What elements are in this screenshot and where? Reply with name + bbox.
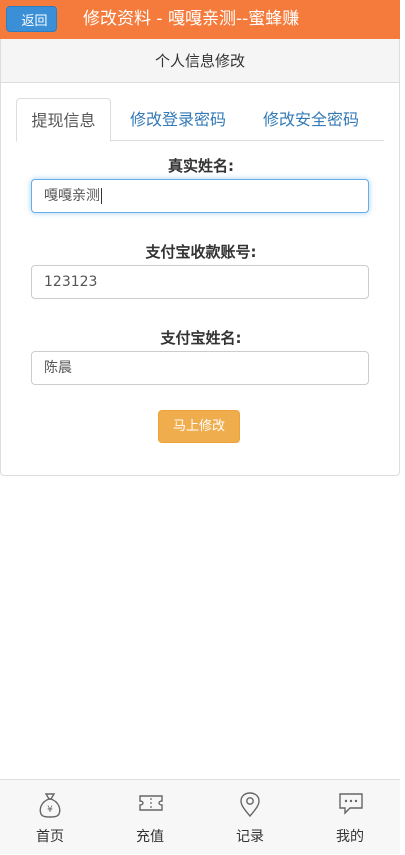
panel-heading: 个人信息修改 <box>1 39 399 83</box>
tab-withdraw-info[interactable]: 提现信息 <box>16 98 111 142</box>
alipay-account-label: 支付宝收款账号: <box>145 243 257 261</box>
real-name-label: 真实姓名: <box>168 157 234 175</box>
top-bar: 返回 修改资料 - 嘎嘎亲测--蜜蜂赚 <box>0 0 400 39</box>
alipay-name-input[interactable]: 陈晨 <box>31 351 369 385</box>
page-title: 修改资料 - 嘎嘎亲测--蜜蜂赚 <box>83 9 300 29</box>
alipay-name-value: 陈晨 <box>44 360 72 376</box>
nav-mine[interactable]: 我的 <box>300 780 400 855</box>
nav-home-label: 首页 <box>36 829 64 845</box>
bottom-nav: ¥ 首页 充值 记录 我的 <box>0 779 400 854</box>
tab-change-security-password[interactable]: 修改安全密码 <box>247 98 375 141</box>
money-bag-icon: ¥ <box>39 793 61 818</box>
nav-recharge[interactable]: 充值 <box>100 780 200 855</box>
nav-recharge-label: 充值 <box>136 829 164 845</box>
back-button[interactable]: 返回 <box>6 6 57 32</box>
nav-mine-label: 我的 <box>336 829 364 845</box>
tab-change-login-password[interactable]: 修改登录密码 <box>116 98 240 141</box>
tab-bar: 提现信息 修改登录密码 修改安全密码 <box>16 98 384 142</box>
svg-text:¥: ¥ <box>47 805 53 815</box>
nav-home[interactable]: ¥ 首页 <box>0 780 100 855</box>
alipay-name-label: 支付宝姓名: <box>160 329 242 347</box>
nav-records-label: 记录 <box>236 829 264 845</box>
chat-bubble-icon <box>339 793 363 815</box>
alipay-account-value: 123123 <box>44 274 98 290</box>
back-button-label: 返回 <box>21 13 48 29</box>
ticket-icon <box>139 795 163 811</box>
real-name-value: 嘎嘎亲测 <box>44 188 100 204</box>
alipay-account-input[interactable]: 123123 <box>31 265 369 299</box>
location-pin-icon <box>240 792 260 818</box>
text-caret <box>101 188 102 204</box>
nav-records[interactable]: 记录 <box>200 780 300 855</box>
real-name-input[interactable]: 嘎嘎亲测 <box>31 179 369 213</box>
submit-button[interactable]: 马上修改 <box>158 410 240 443</box>
